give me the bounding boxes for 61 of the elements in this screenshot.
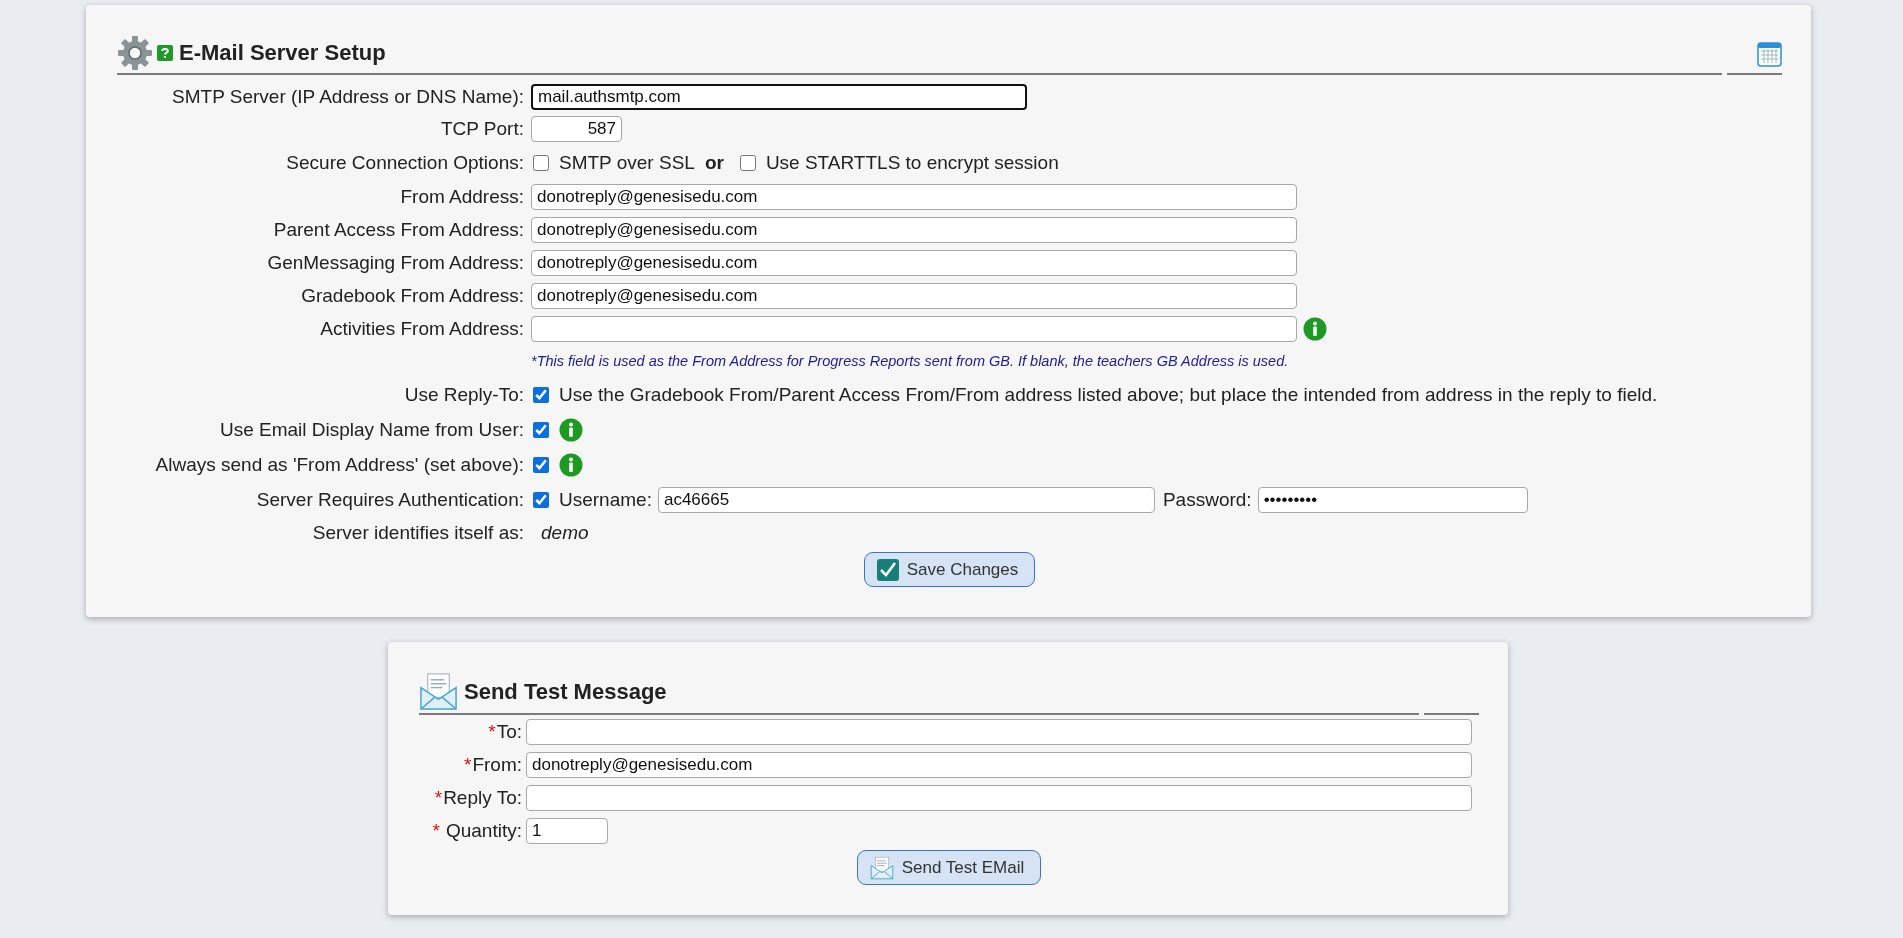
field-label: Secure Connection Options: xyxy=(285,151,524,174)
address-field[interactable]: donotreply@genesisedu.com xyxy=(531,282,1297,309)
smtp-server-field[interactable]: mail.authsmtp.com xyxy=(531,84,1027,110)
or-text: or xyxy=(704,151,724,174)
field-label: Server identifies itself as: xyxy=(311,522,524,544)
help-icon[interactable] xyxy=(157,45,173,61)
field-label: Always send as 'From Address' (set above): xyxy=(154,453,524,476)
field-label: Reply To: xyxy=(443,786,522,809)
checkbox[interactable] xyxy=(533,491,549,508)
checkbox[interactable] xyxy=(533,386,549,403)
field-label: Parent Access From Address: xyxy=(272,218,524,241)
field-label: From Address: xyxy=(399,185,524,208)
password-label: Password: xyxy=(1162,488,1252,511)
checkmark-icon xyxy=(876,558,899,581)
input-field[interactable]: donotreply@genesisedu.com xyxy=(526,751,1472,778)
send-test-button[interactable]: Send Test EMail xyxy=(856,850,1042,885)
section-title: E-Mail Server Setup xyxy=(179,40,386,66)
calendar-icon[interactable] xyxy=(1757,42,1782,67)
envelope-icon xyxy=(419,672,458,711)
gear-icon xyxy=(117,35,153,71)
checkbox[interactable] xyxy=(739,154,756,171)
field-label: GenMessaging From Address: xyxy=(266,251,524,274)
field-label: SMTP Server (IP Address or DNS Name): xyxy=(171,86,524,108)
server-name: demo xyxy=(541,522,589,544)
address-field[interactable]: donotreply@genesisedu.com xyxy=(531,183,1297,210)
section-title: Send Test Message xyxy=(464,678,667,705)
required-marker: * xyxy=(432,819,440,842)
required-marker: * xyxy=(434,786,443,809)
field-label: To: xyxy=(496,720,522,743)
field-label: Quantity: xyxy=(445,819,522,842)
address-field[interactable]: donotreply@genesisedu.com xyxy=(531,249,1297,276)
required-marker: * xyxy=(464,753,472,776)
field-label: From: xyxy=(472,753,522,776)
field-label: TCP Port: xyxy=(439,118,524,140)
field-label: Activities From Address: xyxy=(319,317,524,340)
username-label: Username: xyxy=(559,488,652,511)
address-field[interactable] xyxy=(531,315,1297,342)
field-label: Gradebook From Address: xyxy=(300,284,524,307)
field-label: Server Requires Authentication: xyxy=(255,488,524,511)
password-field[interactable]: ••••••••• xyxy=(1257,486,1528,513)
envelope-icon xyxy=(869,855,894,880)
input-field[interactable] xyxy=(526,718,1472,745)
option-label[interactable]: SMTP over SSL xyxy=(559,151,695,174)
checkbox[interactable] xyxy=(533,456,549,473)
input-field[interactable] xyxy=(526,784,1472,811)
username-field[interactable]: ac46665 xyxy=(657,486,1155,513)
checkbox[interactable] xyxy=(533,154,549,171)
required-marker: * xyxy=(488,720,496,743)
checkbox[interactable] xyxy=(533,421,549,438)
save-button[interactable]: Save Changes xyxy=(863,552,1036,587)
info-icon[interactable] xyxy=(559,417,583,442)
address-field[interactable]: donotreply@genesisedu.com xyxy=(531,216,1297,243)
field-label: Use Reply-To: xyxy=(403,383,524,406)
port-field[interactable]: 587 xyxy=(531,116,622,142)
quantity-field[interactable]: 1 xyxy=(526,817,608,844)
option-description: Use the Gradebook From/Parent Access From/From address listed above; but place the intended from address in the reply to field. xyxy=(559,383,1658,406)
field-label: Use Email Display Name from User: xyxy=(218,418,524,441)
option-label[interactable]: Use STARTTLS to encrypt session xyxy=(765,151,1059,174)
info-icon[interactable] xyxy=(1303,316,1327,341)
info-icon[interactable] xyxy=(559,452,583,477)
hint-text: *This field is used as the From Address for Progress Reports sent from GB. If blank, the teachers GB Address is used. xyxy=(531,353,1289,369)
